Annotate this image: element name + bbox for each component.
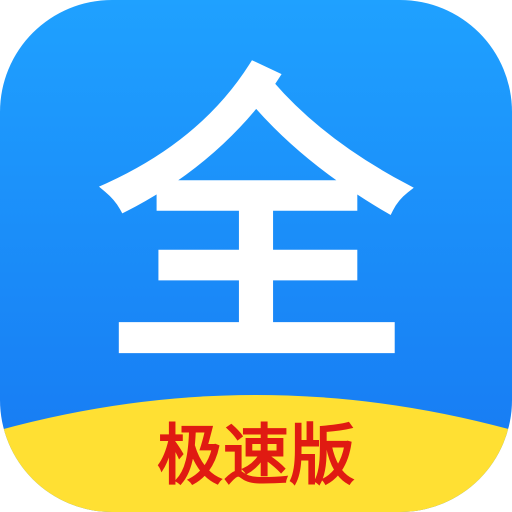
badge-label: 极速版: [157, 417, 355, 494]
quan-glyph-icon: 全: [95, 39, 417, 406]
app-icon[interactable]: 全 极速版: [0, 0, 512, 512]
app-icon-canvas: 全 极速版: [0, 0, 512, 512]
